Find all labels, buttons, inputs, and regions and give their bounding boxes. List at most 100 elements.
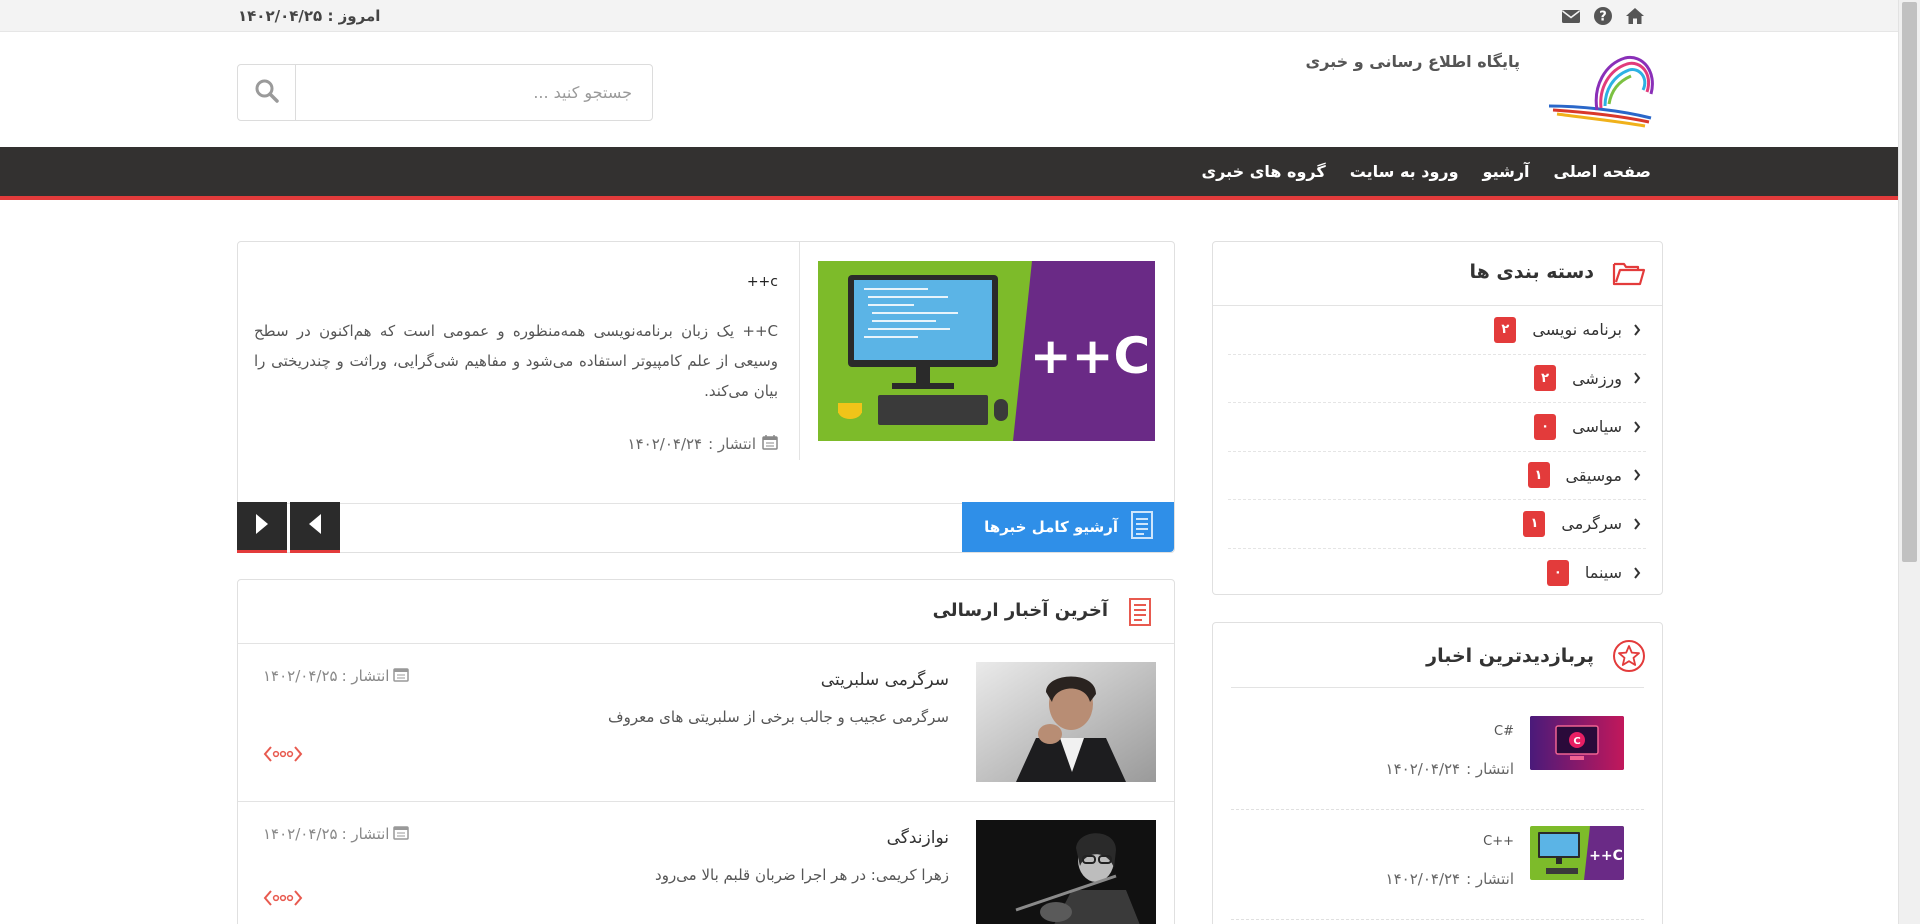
chevron-right-icon: [1632, 324, 1642, 336]
most-viewed-image[interactable]: C: [1530, 716, 1624, 770]
news-meta-date: ۱۴۰۲/۰۴/۲۵: [263, 825, 338, 843]
category-item[interactable]: سیاسی ۰: [1228, 403, 1646, 452]
category-count-badge: ۱: [1523, 510, 1546, 537]
mail-icon[interactable]: [1560, 6, 1582, 26]
most-viewed-meta-label: انتشار :: [1466, 870, 1514, 888]
news-title[interactable]: نوازندگی: [887, 828, 949, 848]
category-name: موسیقی: [1565, 465, 1623, 485]
slide-divider: [799, 242, 800, 460]
star-icon: [1613, 639, 1646, 672]
today-label: امروز :: [327, 7, 381, 25]
chevron-right-icon: [1632, 469, 1642, 481]
document-icon: [1128, 510, 1156, 544]
news-meta-date: ۱۴۰۲/۰۴/۲۵: [263, 667, 338, 685]
full-archive-label: آرشیو کامل خبرها: [984, 518, 1118, 536]
category-item[interactable]: موسیقی ۱: [1228, 452, 1646, 500]
most-viewed-meta: انتشار : ۱۴۰۲/۰۴/۲۴: [1386, 870, 1514, 888]
news-description: سرگرمی عجیب و جالب برخی از سلبریتی های م…: [608, 708, 949, 726]
slider-prev-button[interactable]: [290, 502, 340, 553]
category-name: سرگرمی: [1561, 514, 1622, 534]
category-count-badge: ۲: [1494, 316, 1517, 343]
search-button[interactable]: [238, 65, 296, 120]
most-viewed-item[interactable]: C C# انتشار : ۱۴۰۲/۰۴/۲۴: [1231, 716, 1644, 820]
category-item[interactable]: ورزشی ۲: [1228, 355, 1646, 403]
slide-meta-date: ۱۴۰۲/۰۴/۲۴: [627, 435, 703, 453]
latest-news-header: آخرین آخبار ارسالی: [238, 580, 1174, 644]
news-meta: انتشار : ۱۴۰۲/۰۴/۲۵: [263, 824, 410, 844]
chevron-right-icon: [1632, 567, 1642, 579]
news-item: سرگرمی سلبریتی سرگرمی عجیب و جالب برخی ا…: [238, 644, 1174, 802]
slider-next-button[interactable]: [237, 502, 287, 553]
full-archive-button[interactable]: آرشیو کامل خبرها: [962, 502, 1174, 552]
svg-text:C: C: [1573, 736, 1580, 747]
scrollbar-thumb[interactable]: [1902, 2, 1917, 562]
nav-item-news-groups[interactable]: گروه های خبری: [1201, 162, 1325, 181]
most-viewed-separator: [1231, 919, 1644, 920]
news-image[interactable]: [976, 820, 1156, 924]
slide-meta-label: انتشار :: [708, 435, 756, 453]
most-viewed-meta: انتشار : ۱۴۰۲/۰۴/۲۴: [1386, 760, 1514, 778]
chevron-right-icon: [1632, 372, 1642, 384]
slide-meta: انتشار : ۱۴۰۲/۰۴/۲۴: [628, 434, 778, 454]
newspaper-icon: [1124, 596, 1156, 628]
help-icon[interactable]: ?: [1592, 6, 1614, 26]
home-icon[interactable]: [1624, 6, 1646, 26]
search-box: [237, 64, 653, 121]
calendar-icon: [762, 434, 778, 454]
most-viewed-meta-date: ۱۴۰۲/۰۴/۲۴: [1385, 760, 1461, 778]
main-nav: صفحه اصلی آرشیو ورود به سایت گروه های خب…: [0, 147, 1898, 200]
featured-slider: C++ ++c C++ یک زبان برنامه‌نویسی همه‌منظ…: [237, 241, 1175, 553]
category-item[interactable]: سینما ۰: [1228, 549, 1646, 598]
news-title[interactable]: سرگرمی سلبریتی: [821, 670, 949, 690]
category-item[interactable]: سرگرمی ۱: [1228, 500, 1646, 549]
category-count-badge: ۲: [1534, 365, 1557, 392]
slide-title[interactable]: ++c: [747, 274, 778, 290]
search-icon: [254, 78, 280, 108]
arrow-left-icon: [307, 513, 323, 539]
category-name: برنامه نویسی: [1532, 320, 1622, 340]
latest-news-panel: آخرین آخبار ارسالی سرگرمی سلبریتی سرگرمی…: [237, 579, 1175, 924]
chevron-right-icon: [1632, 421, 1642, 433]
calendar-icon: [393, 666, 410, 686]
news-description: زهرا کریمی: در هر اجرا ضربان قلبم بالا م…: [655, 866, 949, 884]
slide-image[interactable]: C++: [818, 261, 1155, 441]
more-icon[interactable]: [263, 744, 303, 764]
most-viewed-item[interactable]: C++ C++ انتشار : ۱۴۰۲/۰۴/۲۴: [1231, 826, 1644, 924]
categories-panel: دسته بندی ها برنامه نویسی ۲ ورزشی ۲ سیاس…: [1212, 241, 1663, 595]
categories-header: دسته بندی ها: [1213, 242, 1662, 306]
news-image[interactable]: [976, 662, 1156, 782]
nav-item-archive[interactable]: آرشیو: [1483, 162, 1530, 181]
category-count-badge: ۱: [1527, 462, 1550, 489]
category-name: سیاسی: [1572, 417, 1622, 437]
calendar-icon: [393, 824, 410, 844]
nav-item-login[interactable]: ورود به سایت: [1350, 162, 1459, 181]
top-bar: ? امروز : ۱۴۰۲/۰۴/۲۵: [0, 0, 1898, 32]
page-scrollbar[interactable]: [1898, 0, 1920, 924]
latest-news-title: آخرین آخبار ارسالی: [932, 600, 1108, 621]
most-viewed-separator: [1231, 809, 1644, 810]
news-meta: انتشار : ۱۴۰۲/۰۴/۲۵: [263, 666, 410, 686]
news-meta-label: انتشار :: [341, 667, 390, 685]
site-logo[interactable]: [1539, 50, 1659, 130]
most-viewed-meta-date: ۱۴۰۲/۰۴/۲۴: [1385, 870, 1461, 888]
news-meta-label: انتشار :: [341, 825, 390, 843]
most-viewed-title-text[interactable]: C++: [1483, 834, 1514, 849]
most-viewed-panel: پربازدیدترین اخبار C C# انتشار : ۱۴۰۲/۰۴…: [1212, 622, 1663, 924]
slider-arrows: [237, 502, 340, 553]
most-viewed-divider: [1231, 687, 1644, 688]
most-viewed-meta-label: انتشار :: [1466, 760, 1514, 778]
category-count-badge: ۰: [1546, 559, 1569, 586]
nav-item-home[interactable]: صفحه اصلی: [1554, 162, 1651, 181]
news-item: نوازندگی زهرا کریمی: در هر اجرا ضربان قل…: [238, 802, 1174, 924]
category-item[interactable]: برنامه نویسی ۲: [1228, 306, 1646, 355]
today-value: ۱۴۰۲/۰۴/۲۵: [238, 7, 323, 25]
slide-image-label: C++: [1030, 327, 1151, 385]
category-name: ورزشی: [1572, 368, 1622, 388]
chevron-right-icon: [1632, 518, 1642, 530]
most-viewed-title-text[interactable]: C#: [1494, 724, 1514, 739]
arrow-right-icon: [254, 513, 270, 539]
more-icon[interactable]: [263, 888, 303, 908]
most-viewed-image[interactable]: C++: [1530, 826, 1624, 880]
top-icons: ?: [1560, 6, 1646, 26]
search-input[interactable]: [296, 65, 652, 120]
